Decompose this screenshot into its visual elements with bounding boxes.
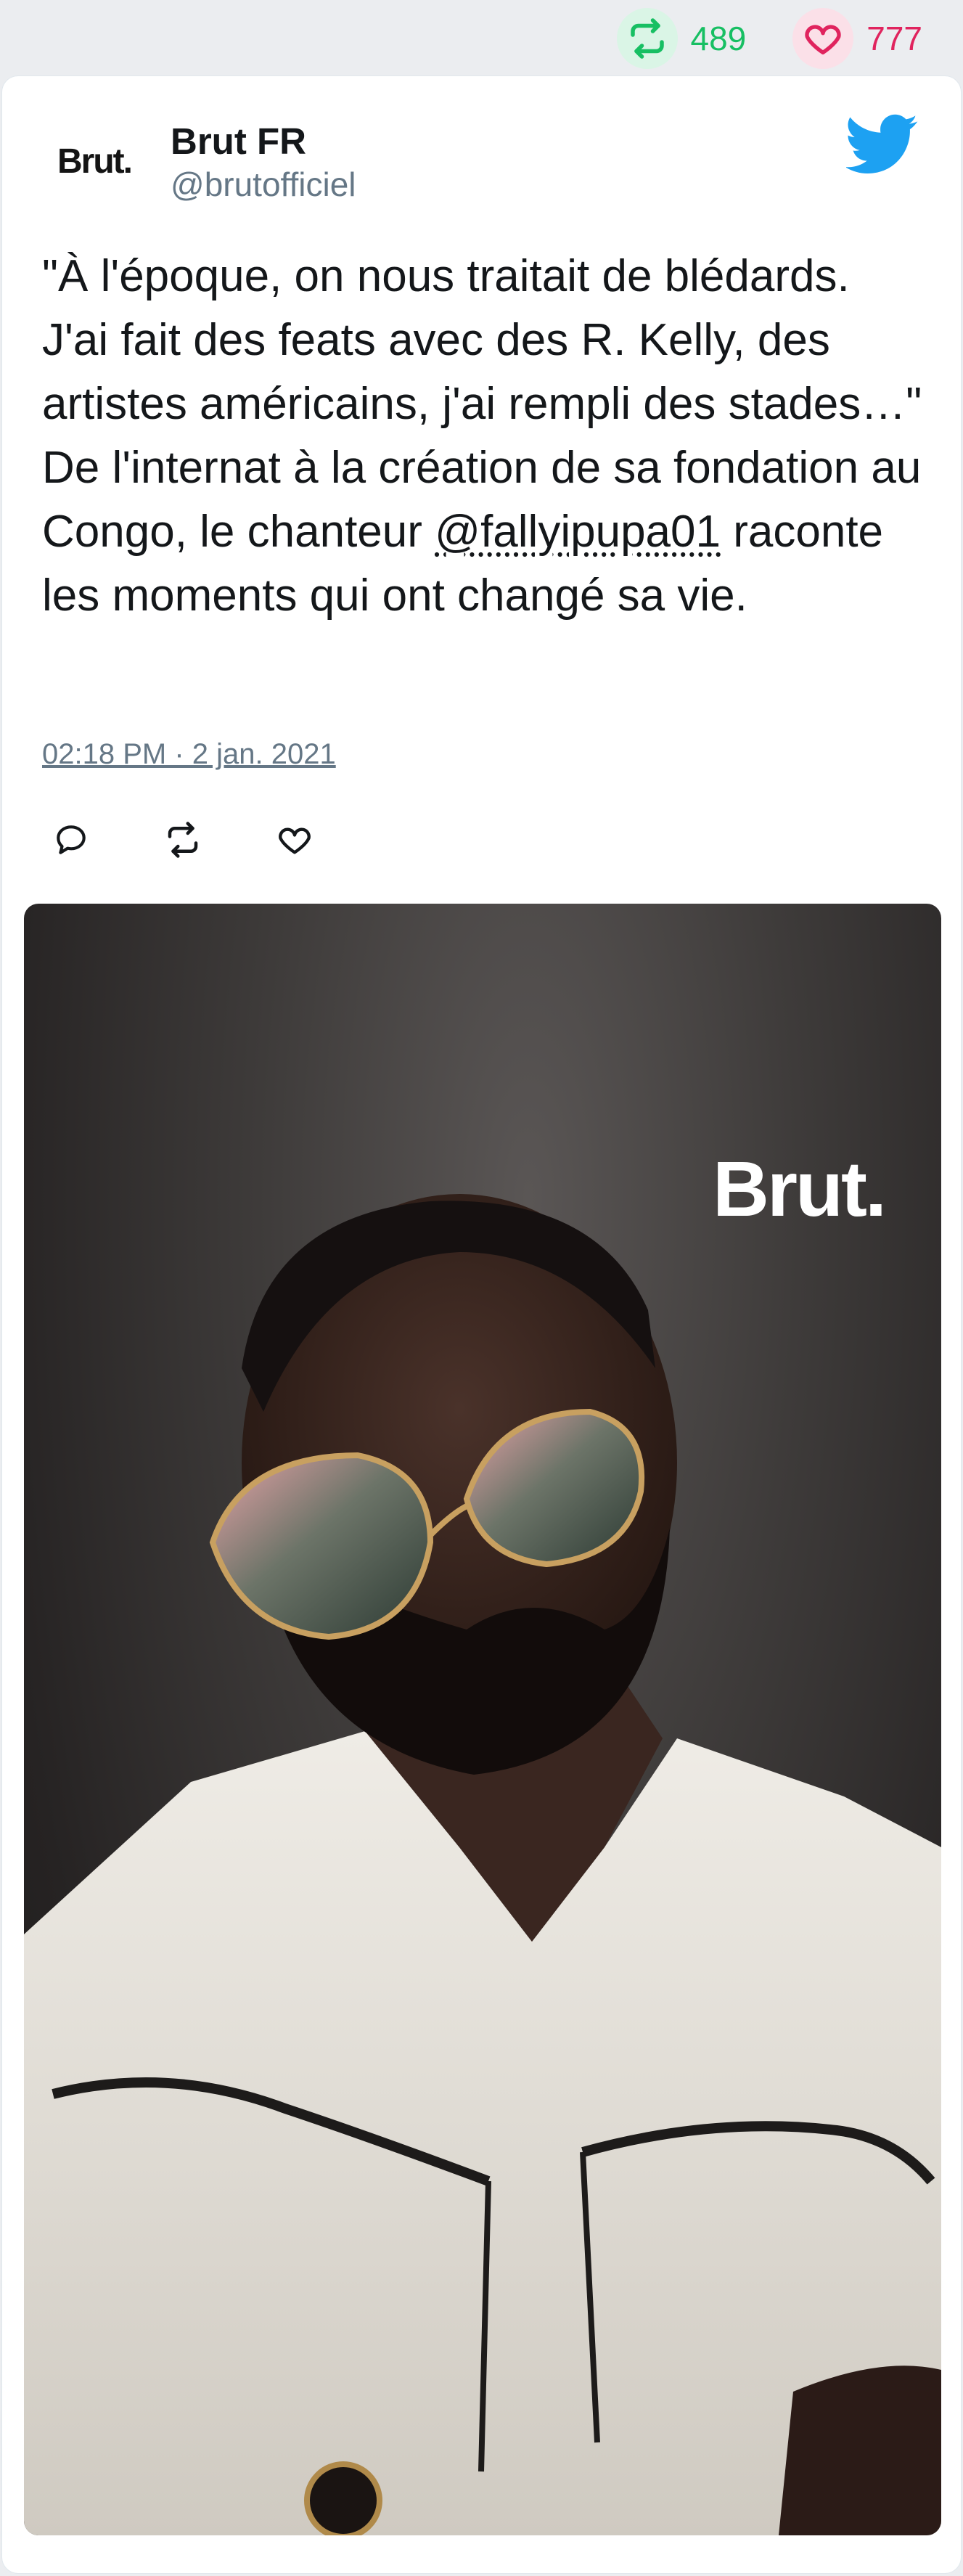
twitter-bird-icon[interactable]	[846, 114, 919, 175]
reply-button[interactable]	[52, 820, 91, 859]
heart-icon	[279, 827, 311, 854]
tweet-header: Brut. Brut FR @brutofficiel	[2, 114, 961, 208]
retweet-button[interactable]	[163, 820, 202, 859]
heart-icon	[792, 7, 854, 69]
tweet-text: "À l'époque, on nous traitait de blédard…	[42, 245, 927, 628]
retweet-icon	[616, 7, 678, 69]
tweet-actions	[52, 820, 314, 859]
like-stat[interactable]: 777	[792, 7, 922, 69]
like-count: 777	[866, 19, 922, 57]
like-button[interactable]	[275, 820, 314, 859]
tweet-card: Brut. Brut FR @brutofficiel "À l'époque,…	[2, 76, 961, 2573]
avatar[interactable]: Brut.	[40, 118, 149, 204]
brut-watermark: Brut.	[713, 1145, 887, 1232]
tweet-timestamp[interactable]: 02:18 PM · 2 jan. 2021	[42, 738, 336, 771]
reply-icon	[57, 825, 86, 854]
tweet-media[interactable]: Brut.	[24, 904, 941, 2535]
tweet-stats-bar: 489 777	[0, 0, 963, 76]
mention-link[interactable]: @fallyipupa01	[435, 507, 721, 557]
author-name[interactable]: Brut FR	[171, 120, 306, 163]
retweet-icon	[168, 822, 198, 858]
author-handle[interactable]: @brutofficiel	[171, 165, 356, 204]
retweet-count: 489	[690, 19, 747, 57]
retweet-stat[interactable]: 489	[616, 7, 747, 69]
